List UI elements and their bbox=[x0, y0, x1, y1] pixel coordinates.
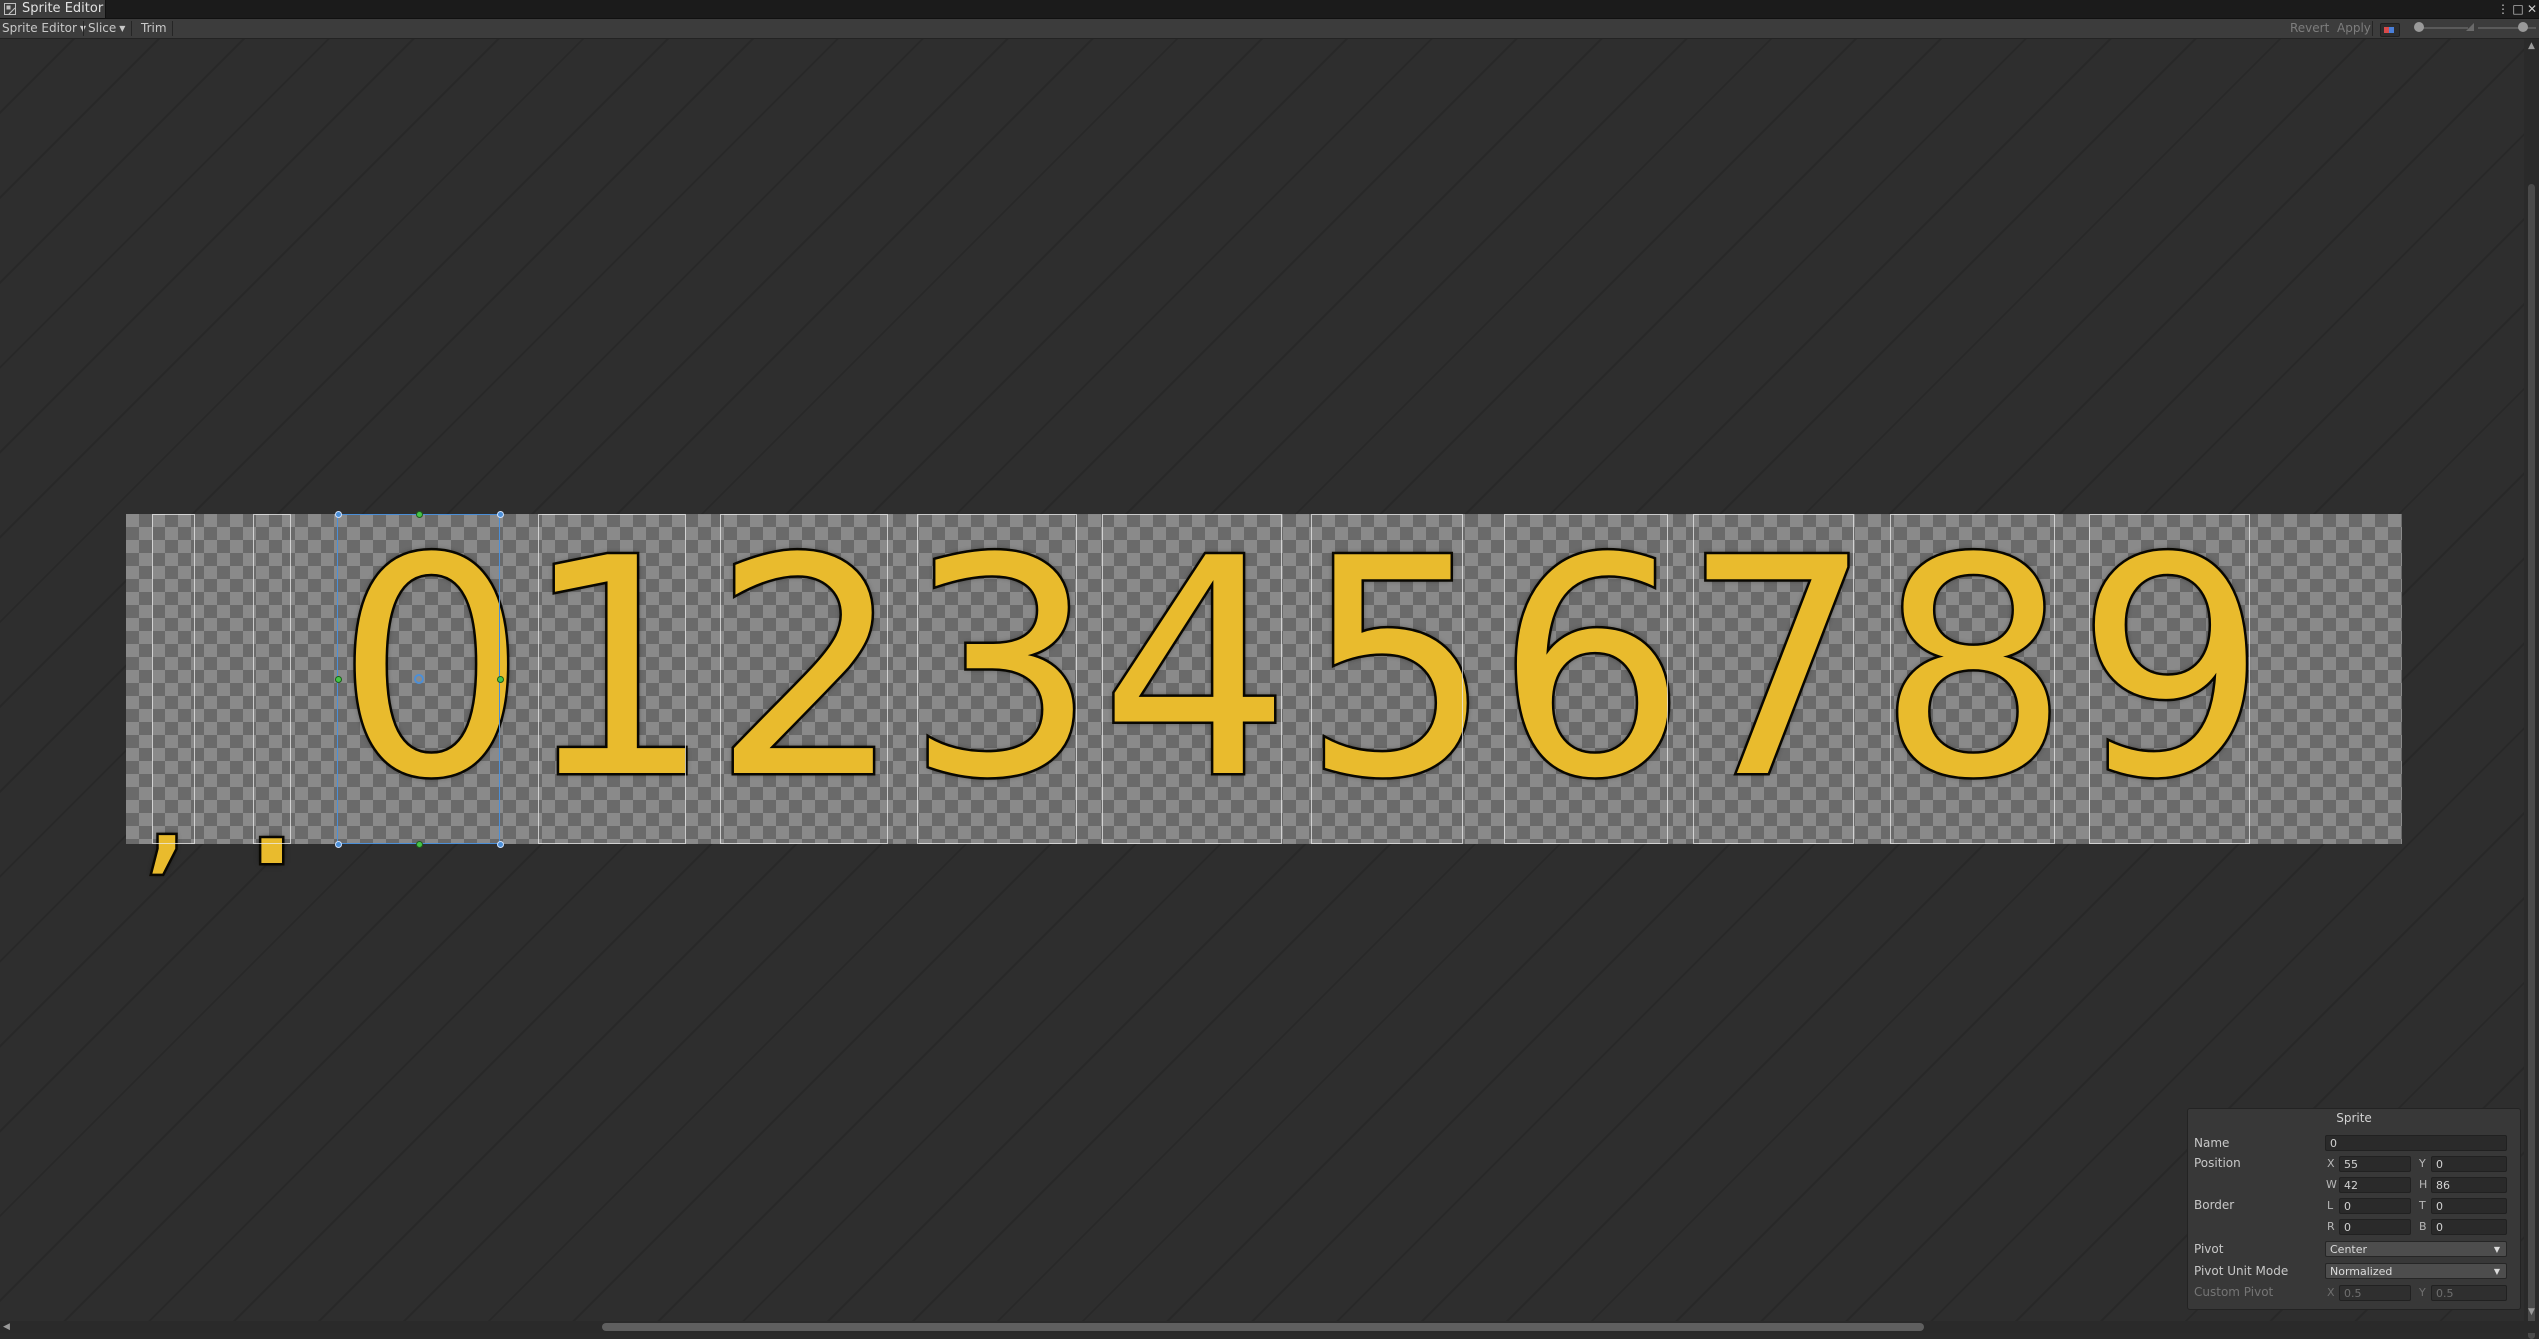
resize-handle-bottom-left[interactable] bbox=[334, 840, 342, 848]
pivot-value: Center bbox=[2330, 1243, 2368, 1256]
sprite-slice[interactable] bbox=[152, 514, 195, 844]
l-label: L bbox=[2327, 1199, 2334, 1212]
custom-pivot-y-field: 0.5 bbox=[2431, 1285, 2507, 1301]
scroll-down-icon[interactable]: ▼ bbox=[2528, 1307, 2535, 1317]
sprite-slice[interactable] bbox=[1890, 514, 2055, 844]
apply-button[interactable]: Apply bbox=[2337, 19, 2371, 38]
chevron-down-icon: ▼ bbox=[119, 24, 126, 33]
sprite-slice[interactable] bbox=[720, 514, 888, 844]
window-title: Sprite Editor bbox=[22, 1, 104, 16]
title-bar: Sprite Editor ⋮ □ ✕ bbox=[0, 0, 2539, 19]
chevron-down-icon: ▼ bbox=[2493, 1245, 2500, 1254]
resize-handle-top[interactable] bbox=[415, 510, 423, 518]
border-label: Border bbox=[2194, 1198, 2235, 1212]
custom-pivot-y-label: Y bbox=[2419, 1286, 2426, 1299]
x-label: X bbox=[2327, 1157, 2335, 1170]
sprite-slice[interactable] bbox=[2089, 514, 2250, 844]
sprite-slice[interactable] bbox=[1693, 514, 1854, 844]
toolbar-divider bbox=[2372, 21, 2373, 36]
name-label: Name bbox=[2194, 1136, 2230, 1150]
custom-pivot-label: Custom Pivot bbox=[2194, 1285, 2274, 1299]
trim-button[interactable]: Trim bbox=[141, 19, 167, 38]
close-icon[interactable]: ✕ bbox=[2525, 0, 2539, 18]
toolbar-divider bbox=[172, 21, 173, 36]
pivot-label: Pivot bbox=[2194, 1242, 2224, 1256]
r-label: R bbox=[2327, 1220, 2335, 1233]
slice-dropdown[interactable]: Slice ▼ bbox=[88, 19, 125, 38]
position-x-field[interactable]: 55 bbox=[2339, 1156, 2411, 1172]
position-label: Position bbox=[2194, 1156, 2241, 1170]
resize-handle-left[interactable] bbox=[334, 675, 342, 683]
vertical-scrollbar[interactable]: ▲ ▼ bbox=[2524, 39, 2539, 1339]
toolbar-divider bbox=[131, 21, 132, 36]
scroll-up-icon[interactable]: ▲ bbox=[2528, 41, 2535, 51]
sprite-slice[interactable] bbox=[538, 514, 686, 844]
name-field[interactable]: 0 bbox=[2325, 1135, 2507, 1151]
border-left-field[interactable]: 0 bbox=[2339, 1198, 2411, 1214]
sprite-slice[interactable] bbox=[1102, 514, 1282, 844]
alpha-slider-thumb[interactable] bbox=[2414, 22, 2424, 32]
custom-pivot-x-label: X bbox=[2327, 1286, 2335, 1299]
horizontal-scroll-thumb[interactable] bbox=[602, 1323, 1924, 1331]
vertical-scroll-thumb[interactable] bbox=[2528, 184, 2535, 1339]
panel-title: Sprite bbox=[2336, 1111, 2372, 1125]
alpha-slider-track[interactable] bbox=[2418, 27, 2468, 29]
resize-handle-top-left[interactable] bbox=[334, 510, 342, 518]
kebab-menu-icon[interactable]: ⋮ bbox=[2496, 0, 2510, 18]
zoom-icon bbox=[2466, 23, 2474, 31]
w-label: W bbox=[2326, 1178, 2337, 1191]
border-right-field[interactable]: 0 bbox=[2339, 1219, 2411, 1235]
slice-label: Slice bbox=[88, 21, 117, 35]
border-bottom-field[interactable]: 0 bbox=[2431, 1219, 2507, 1235]
toolbar-divider bbox=[83, 21, 84, 36]
resize-handle-right[interactable] bbox=[496, 675, 504, 683]
sprite-slice[interactable] bbox=[1504, 514, 1668, 844]
resize-handle-bottom[interactable] bbox=[415, 840, 423, 848]
color-channel-toggle[interactable] bbox=[2380, 23, 2400, 37]
pivot-dropdown[interactable]: Center ▼ bbox=[2325, 1241, 2507, 1257]
sprite-inspector-panel: Sprite Name 0 Position X 55 Y 0 W 42 H 8… bbox=[2187, 1108, 2521, 1310]
revert-button[interactable]: Revert bbox=[2290, 19, 2329, 38]
b-label: B bbox=[2419, 1220, 2427, 1233]
pivot-handle[interactable] bbox=[414, 674, 424, 684]
pivot-unit-mode-value: Normalized bbox=[2330, 1265, 2393, 1278]
y-label: Y bbox=[2419, 1157, 2426, 1170]
resize-handle-bottom-right[interactable] bbox=[496, 840, 504, 848]
window-tab[interactable]: Sprite Editor bbox=[0, 0, 106, 18]
chevron-down-icon: ▼ bbox=[2493, 1267, 2500, 1276]
pivot-unit-mode-dropdown[interactable]: Normalized ▼ bbox=[2325, 1263, 2507, 1279]
pivot-unit-mode-label: Pivot Unit Mode bbox=[2194, 1264, 2289, 1278]
blue-channel-swatch bbox=[2389, 27, 2394, 33]
h-label: H bbox=[2419, 1178, 2428, 1191]
position-y-field[interactable]: 0 bbox=[2431, 1156, 2507, 1172]
resize-handle-top-right[interactable] bbox=[496, 510, 504, 518]
width-field[interactable]: 42 bbox=[2339, 1177, 2411, 1193]
editor-mode-dropdown[interactable]: Sprite Editor▼ bbox=[2, 19, 86, 38]
toolbar: Sprite Editor▼ Slice▼ Trim Revert Apply bbox=[0, 19, 2539, 39]
t-label: T bbox=[2419, 1199, 2426, 1212]
maximize-icon[interactable]: □ bbox=[2511, 0, 2525, 18]
height-field[interactable]: 86 bbox=[2431, 1177, 2507, 1193]
editor-mode-label: Sprite Editor bbox=[2, 21, 77, 35]
scroll-left-icon[interactable]: ◀ bbox=[3, 1322, 10, 1332]
border-top-field[interactable]: 0 bbox=[2431, 1198, 2507, 1214]
sprite-editor-icon bbox=[4, 3, 16, 15]
custom-pivot-x-field: 0.5 bbox=[2339, 1285, 2411, 1301]
sprite-slice[interactable] bbox=[253, 514, 291, 844]
horizontal-scrollbar[interactable]: ◀ bbox=[0, 1321, 2539, 1333]
sprite-slice[interactable] bbox=[1311, 514, 1463, 844]
sprite-slice[interactable] bbox=[917, 514, 1077, 844]
